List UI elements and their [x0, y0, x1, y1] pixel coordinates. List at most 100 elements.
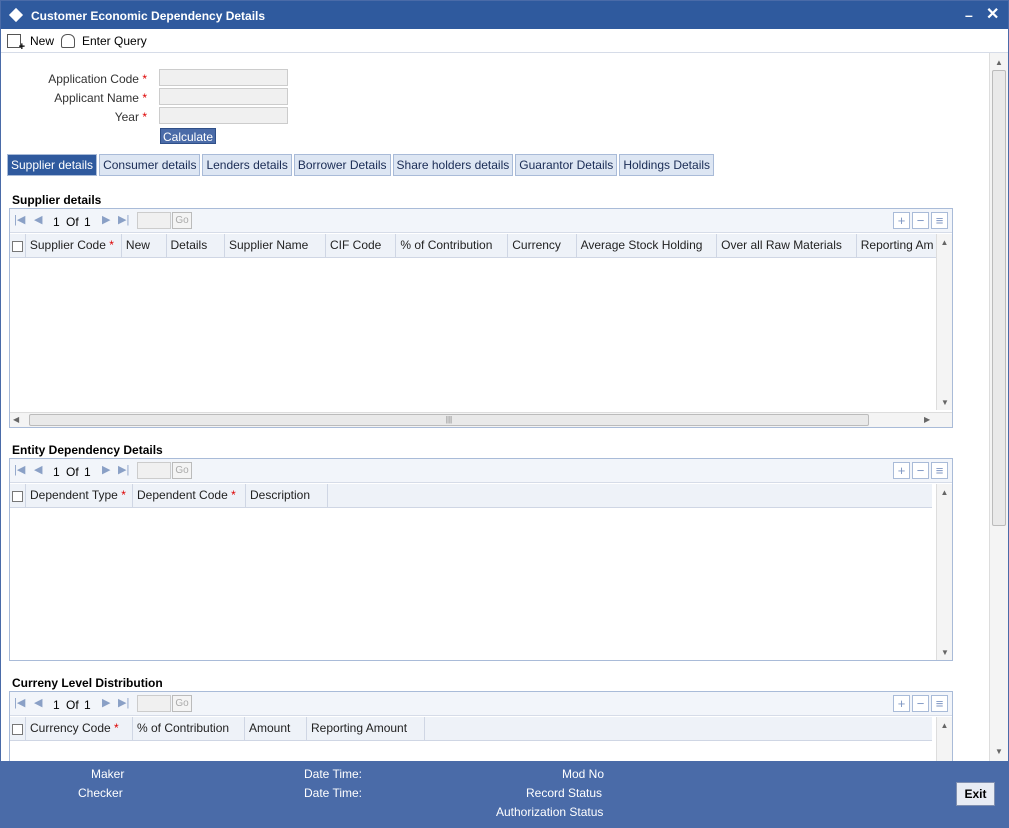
col-average-stock-holding: Average Stock Holding: [577, 234, 718, 257]
col-new: New: [122, 234, 167, 257]
record-status-label: Record Status: [526, 786, 603, 800]
entity-pager: |◀ ◀ 1 Of 1 ▶ ▶| Go + − ≡: [10, 459, 952, 483]
prev-page-icon[interactable]: ◀: [34, 213, 42, 226]
tab-share-holders-details[interactable]: Share holders details: [392, 154, 514, 176]
single-view-icon[interactable]: ≡: [931, 695, 948, 712]
first-page-icon[interactable]: |◀: [14, 696, 25, 709]
exit-button[interactable]: Exit: [956, 782, 995, 806]
delete-row-icon[interactable]: −: [912, 462, 929, 479]
col-reporting-amount: Reporting Amount: [307, 717, 425, 740]
select-all-checkbox[interactable]: [10, 717, 26, 740]
mod-no-label: Mod No: [562, 767, 605, 781]
go-button[interactable]: Go: [172, 462, 192, 479]
next-page-icon[interactable]: ▶: [102, 213, 110, 226]
select-all-checkbox[interactable]: [10, 484, 26, 507]
page-scroll-up-icon[interactable]: ▲: [990, 58, 1008, 67]
page-vscroll[interactable]: ▲ ▼: [989, 53, 1008, 761]
col-contribution: % of Contribution: [396, 234, 509, 257]
minimize-button[interactable]: –: [965, 7, 973, 23]
first-page-icon[interactable]: |◀: [14, 463, 25, 476]
maker-date-time-label: Date Time:: [304, 767, 363, 781]
add-row-icon[interactable]: +: [893, 212, 910, 229]
last-page-icon[interactable]: ▶|: [118, 213, 129, 226]
checker-label: Checker: [78, 786, 123, 800]
select-all-checkbox[interactable]: [10, 234, 26, 257]
currency-header-row: Currency Code * % of Contribution Amount…: [10, 717, 932, 741]
year-input[interactable]: [159, 107, 288, 124]
tab-consumer-details[interactable]: Consumer details: [99, 154, 201, 176]
col-dependent-type: Dependent Type *: [26, 484, 133, 507]
tab-guarantor-details[interactable]: Guarantor Details: [515, 154, 618, 176]
last-page-icon[interactable]: ▶|: [118, 696, 129, 709]
enter-query-label: Enter Query: [82, 34, 147, 48]
scroll-right-icon[interactable]: ▶: [924, 415, 930, 424]
scroll-down-icon[interactable]: ▼: [937, 398, 953, 407]
current-page: 1: [53, 465, 60, 479]
supplier-pager: |◀ ◀ 1 Of 1 ▶ ▶| Go + − ≡: [10, 209, 952, 233]
delete-row-icon[interactable]: −: [912, 695, 929, 712]
supplier-hscroll[interactable]: ◀ ||| ▶: [10, 412, 952, 427]
col-currency-code: Currency Code *: [26, 717, 133, 740]
page-number-input[interactable]: [137, 695, 171, 712]
single-view-icon[interactable]: ≡: [931, 212, 948, 229]
col-details: Details: [167, 234, 225, 257]
tab-supplier-details[interactable]: Supplier details: [7, 154, 98, 176]
entity-vscroll[interactable]: ▲ ▼: [936, 484, 952, 660]
currency-vscroll[interactable]: ▲: [936, 717, 952, 761]
col-overall-raw-materials: Over all Raw Materials: [717, 234, 857, 257]
maker-label: Maker: [91, 767, 125, 781]
supplier-header-row: Supplier Code * New Details Supplier Nam…: [10, 234, 936, 258]
page-number-input[interactable]: [137, 212, 171, 229]
first-page-icon[interactable]: |◀: [14, 213, 25, 226]
calculate-button[interactable]: Calculate: [160, 128, 216, 144]
toolbar: New Enter Query: [1, 29, 1008, 53]
last-page-icon[interactable]: ▶|: [118, 463, 129, 476]
scroll-left-icon[interactable]: ◀: [13, 415, 19, 424]
total-pages: 1: [84, 465, 91, 479]
next-page-icon[interactable]: ▶: [102, 696, 110, 709]
col-supplier-code: Supplier Code *: [26, 234, 122, 257]
page-number-input[interactable]: [137, 462, 171, 479]
entity-section-title: Entity Dependency Details: [12, 443, 163, 457]
page-scroll-down-icon[interactable]: ▼: [990, 747, 1008, 756]
scroll-up-icon[interactable]: ▲: [937, 238, 952, 247]
new-button[interactable]: New: [7, 34, 54, 53]
scroll-up-icon[interactable]: ▲: [937, 721, 952, 730]
applicant-name-input[interactable]: [159, 88, 288, 105]
prev-page-icon[interactable]: ◀: [34, 463, 42, 476]
page-scroll-thumb[interactable]: [992, 70, 1006, 526]
next-page-icon[interactable]: ▶: [102, 463, 110, 476]
prev-page-icon[interactable]: ◀: [34, 696, 42, 709]
tab-bar: Supplier details Consumer details Lender…: [7, 154, 715, 176]
hscroll-thumb[interactable]: |||: [29, 414, 869, 426]
add-row-icon[interactable]: +: [893, 462, 910, 479]
col-description: Description: [246, 484, 328, 507]
of-label: Of: [66, 215, 79, 229]
main-window: Customer Economic Dependency Details – ✕…: [0, 0, 1009, 828]
col-cif-code: CIF Code: [326, 234, 397, 257]
footer: Maker Checker Date Time: Date Time: Mod …: [1, 761, 1008, 827]
scroll-up-icon[interactable]: ▲: [937, 488, 952, 497]
total-pages: 1: [84, 698, 91, 712]
col-amount: Amount: [245, 717, 307, 740]
year-label: Year *: [114, 110, 147, 124]
tab-borrower-details[interactable]: Borrower Details: [293, 154, 391, 176]
go-button[interactable]: Go: [172, 212, 192, 229]
delete-row-icon[interactable]: −: [912, 212, 929, 229]
tab-holdings-details[interactable]: Holdings Details: [619, 154, 715, 176]
application-code-input[interactable]: [159, 69, 288, 86]
enter-query-button[interactable]: Enter Query: [61, 34, 147, 48]
col-reporting-amount: Reporting Am: [860, 238, 934, 252]
supplier-section-title: Supplier details: [12, 193, 102, 207]
application-code-label: Application Code *: [48, 72, 147, 86]
add-row-icon[interactable]: +: [893, 695, 910, 712]
supplier-vscroll[interactable]: ▲ ▼: [936, 234, 952, 410]
checker-date-time-label: Date Time:: [304, 786, 363, 800]
close-button[interactable]: ✕: [986, 4, 999, 24]
go-button[interactable]: Go: [172, 695, 192, 712]
scroll-down-icon[interactable]: ▼: [937, 648, 953, 657]
window-diamond-icon: [8, 7, 24, 23]
tab-lenders-details[interactable]: Lenders details: [202, 154, 292, 176]
single-view-icon[interactable]: ≡: [931, 462, 948, 479]
supplier-grid: |◀ ◀ 1 Of 1 ▶ ▶| Go + − ≡ Supplier Code …: [9, 208, 953, 428]
